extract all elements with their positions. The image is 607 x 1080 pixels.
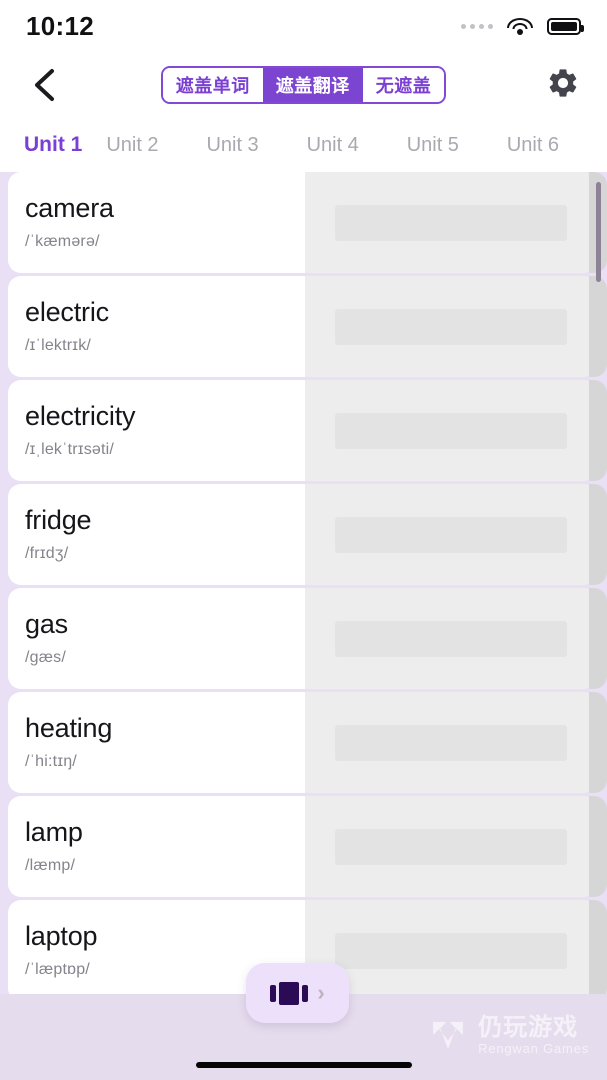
word-text: heating bbox=[25, 713, 113, 744]
mask-mode-option-0[interactable]: 遮盖单词 bbox=[162, 68, 263, 102]
word-cell[interactable]: electricity /ɪˌlekˈtrɪsəti/ bbox=[8, 380, 305, 481]
mask-placeholder-bar bbox=[335, 412, 567, 449]
phonetic-text: /ɪˈlektrɪk/ bbox=[25, 336, 92, 354]
card-stack-icon bbox=[270, 981, 309, 1005]
word-cell[interactable]: gas /gæs/ bbox=[8, 588, 305, 689]
translation-mask[interactable] bbox=[305, 692, 607, 793]
watermark: 仍玩游戏 Rengwan Games bbox=[427, 1014, 589, 1056]
table-row[interactable]: electric /ɪˈlektrɪk/ bbox=[0, 276, 607, 377]
flashcard-mode-button[interactable]: › bbox=[246, 963, 349, 1023]
row-edge bbox=[589, 276, 607, 377]
word-text: fridge bbox=[25, 505, 92, 536]
mask-placeholder-bar bbox=[335, 204, 567, 241]
table-row[interactable]: camera /ˈkæmərə/ bbox=[0, 172, 607, 273]
mask-mode-option-2[interactable]: 无遮盖 bbox=[362, 68, 445, 102]
mask-placeholder-bar bbox=[335, 724, 567, 761]
translation-mask[interactable] bbox=[305, 172, 607, 273]
unit-tab-6[interactable]: Unit 6 bbox=[483, 134, 583, 157]
word-cell[interactable]: lamp /læmp/ bbox=[8, 796, 305, 897]
word-text: laptop bbox=[25, 921, 98, 952]
status-bar: 10:12 bbox=[0, 0, 607, 52]
wifi-icon bbox=[507, 17, 533, 36]
signal-dots-icon bbox=[461, 23, 493, 29]
word-cell[interactable]: camera /ˈkæmərə/ bbox=[8, 172, 305, 273]
phonetic-text: /ˈhi:tɪŋ/ bbox=[25, 752, 77, 770]
word-text: lamp bbox=[25, 817, 83, 848]
settings-button[interactable] bbox=[541, 63, 585, 107]
mask-placeholder-bar bbox=[335, 516, 567, 553]
table-row[interactable]: fridge /frɪdʒ/ bbox=[0, 484, 607, 585]
phonetic-text: /ɪˌlekˈtrɪsəti/ bbox=[25, 440, 115, 458]
word-text: camera bbox=[25, 193, 114, 224]
translation-mask[interactable] bbox=[305, 380, 607, 481]
word-text: electric bbox=[25, 297, 109, 328]
watermark-cn: 仍玩游戏 bbox=[478, 1013, 579, 1041]
translation-mask[interactable] bbox=[305, 796, 607, 897]
back-button[interactable] bbox=[22, 63, 66, 107]
word-cell[interactable]: heating /ˈhi:tɪŋ/ bbox=[8, 692, 305, 793]
rengwan-logo-icon bbox=[427, 1014, 469, 1056]
word-list[interactable]: camera /ˈkæmərə/ electric /ɪˈlektrɪk/ el… bbox=[0, 172, 607, 994]
word-cell[interactable]: electric /ɪˈlektrɪk/ bbox=[8, 276, 305, 377]
unit-tabs[interactable]: Unit 1 Unit 2 Unit 3 Unit 4 Unit 5 Unit … bbox=[0, 118, 607, 172]
watermark-text: 仍玩游戏 Rengwan Games bbox=[478, 1013, 589, 1056]
mask-placeholder-bar bbox=[335, 620, 567, 657]
unit-tab-4[interactable]: Unit 4 bbox=[283, 134, 383, 157]
battery-full-icon bbox=[547, 17, 584, 35]
mask-placeholder-bar bbox=[335, 828, 567, 865]
unit-tab-3[interactable]: Unit 3 bbox=[183, 134, 283, 157]
app-screen: 10:12 遮盖单词 遮盖翻译 无遮盖 Unit 1 Unit 2 Unit 3… bbox=[0, 0, 607, 1080]
mask-placeholder-bar bbox=[335, 308, 567, 345]
chevron-right-icon: › bbox=[317, 980, 325, 1005]
scrollbar-thumb[interactable] bbox=[596, 182, 601, 282]
unit-tab-2[interactable]: Unit 2 bbox=[82, 134, 182, 157]
unit-tab-5[interactable]: Unit 5 bbox=[383, 134, 483, 157]
table-row[interactable]: gas /gæs/ bbox=[0, 588, 607, 689]
translation-mask[interactable] bbox=[305, 588, 607, 689]
phonetic-text: /gæs/ bbox=[25, 648, 67, 666]
table-row[interactable]: lamp /læmp/ bbox=[0, 796, 607, 897]
chevron-left-icon bbox=[32, 68, 56, 102]
mask-placeholder-bar bbox=[335, 932, 567, 969]
mask-mode-segmented-control[interactable]: 遮盖单词 遮盖翻译 无遮盖 bbox=[160, 66, 447, 104]
unit-tab-1[interactable]: Unit 1 bbox=[24, 133, 82, 157]
row-edge bbox=[589, 796, 607, 897]
home-indicator bbox=[195, 1062, 412, 1068]
status-clock: 10:12 bbox=[26, 10, 94, 41]
translation-mask[interactable] bbox=[305, 276, 607, 377]
word-text: gas bbox=[25, 609, 68, 640]
table-row[interactable]: heating /ˈhi:tɪŋ/ bbox=[0, 692, 607, 793]
phonetic-text: /ˈkæmərə/ bbox=[25, 232, 100, 250]
row-edge bbox=[589, 588, 607, 689]
word-text: electricity bbox=[25, 401, 136, 432]
mask-mode-option-1[interactable]: 遮盖翻译 bbox=[262, 68, 363, 102]
translation-mask[interactable] bbox=[305, 484, 607, 585]
status-indicators bbox=[461, 17, 584, 36]
phonetic-text: /læmp/ bbox=[25, 856, 76, 874]
top-bar: 遮盖单词 遮盖翻译 无遮盖 bbox=[0, 52, 607, 118]
gear-icon bbox=[546, 66, 580, 105]
word-cell[interactable]: fridge /frɪdʒ/ bbox=[8, 484, 305, 585]
row-edge bbox=[589, 484, 607, 585]
row-edge bbox=[589, 692, 607, 793]
phonetic-text: /frɪdʒ/ bbox=[25, 544, 69, 562]
watermark-en: Rengwan Games bbox=[478, 1040, 589, 1056]
table-row[interactable]: electricity /ɪˌlekˈtrɪsəti/ bbox=[0, 380, 607, 481]
row-edge bbox=[589, 900, 607, 994]
row-edge bbox=[589, 380, 607, 481]
